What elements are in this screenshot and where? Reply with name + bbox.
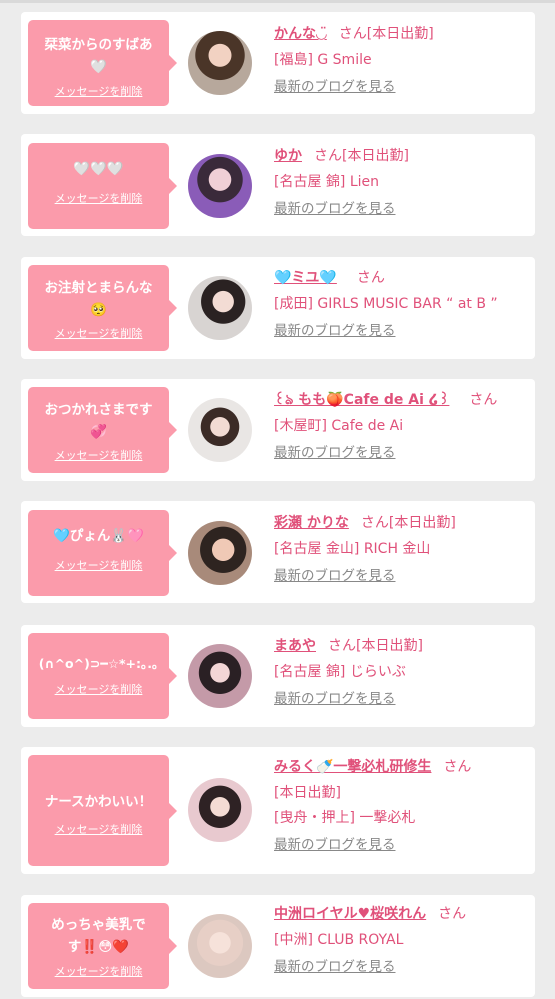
profile-info: 🩵ミユ🩵 さん [成田] GIRLS MUSIC BAR “ at B ” 最新の… <box>274 268 531 340</box>
message-card: おつかれさまです 💞 メッセージを削除 ꒰ঌ もも🍑Cafe de Ai ໒꒱ さ… <box>21 379 535 481</box>
girl-name-link[interactable]: ꒰ঌ もも🍑Cafe de Ai ໒꒱ <box>274 392 449 408</box>
profile-info: みるく🍼一撃必札研修生 さん [本日出勤] [曳舟・押上] 一撃必札 最新のブログ… <box>274 757 531 854</box>
name-line: 🩵ミユ🩵 さん <box>274 268 531 288</box>
message-bubble: 🤍🤍🤍 メッセージを削除 <box>28 143 177 229</box>
message-bubble: (∩^o^)⊃━☆*+:｡.｡ メッセージを削除 <box>28 633 177 719</box>
profile-info: ꒰ঌ もも🍑Cafe de Ai ໒꒱ さん [木屋町] Cafe de Ai 最… <box>274 390 531 462</box>
name-line: 彩瀬 かりな さん[本日出勤] <box>274 513 531 533</box>
profile-info: かんな◡̈ さん[本日出勤] [福島] G Smile 最新のブログを見る <box>274 24 531 96</box>
message-text: めっちゃ美乳で す‼️😳❤️ <box>51 917 146 955</box>
avatar[interactable] <box>188 398 252 462</box>
message-card: お注射とまらんな 🥺 メッセージを削除 🩵ミユ🩵 さん [成田] GIRLS MU… <box>21 257 535 359</box>
delete-message-link[interactable]: メッセージを削除 <box>55 681 143 697</box>
avatar[interactable] <box>188 644 252 708</box>
message-card: ナースかわいい！ メッセージを削除 みるく🍼一撃必札研修生 さん [本日出勤] [… <box>21 747 535 874</box>
girl-name-link[interactable]: ゆか <box>274 148 302 164</box>
profile-info: 中洲ロイヤル♥桜咲れん さん [中洲] CLUB ROYAL 最新のブログを見る <box>274 904 531 976</box>
latest-blog-link[interactable]: 最新のブログを見る <box>274 444 396 462</box>
message-card: めっちゃ美乳で す‼️😳❤️ メッセージを削除 中洲ロイヤル♥桜咲れん さん [中… <box>21 895 535 997</box>
message-text: 🩵ぴょん🐰🩷 <box>53 528 144 544</box>
avatar[interactable] <box>188 31 252 95</box>
message-text: おつかれさまです 💞 <box>44 402 153 440</box>
shop-name: [成田] GIRLS MUSIC BAR “ at B ” <box>274 296 498 312</box>
message-card: 🤍🤍🤍 メッセージを削除 ゆか さん[本日出勤] [名古屋 錦] Lien 最新の… <box>21 134 535 236</box>
avatar[interactable] <box>188 276 252 340</box>
girl-name-link[interactable]: みるく🍼一撃必札研修生 <box>274 759 431 775</box>
latest-blog-link[interactable]: 最新のブログを見る <box>274 200 396 218</box>
latest-blog-link[interactable]: 最新のブログを見る <box>274 836 396 854</box>
delete-message-link[interactable]: メッセージを削除 <box>55 821 143 837</box>
delete-message-link[interactable]: メッセージを削除 <box>55 447 143 463</box>
message-card: 栞菜からのすばあ 🤍 メッセージを削除 かんな◡̈ さん[本日出勤] [福島] G… <box>21 12 535 114</box>
avatar[interactable] <box>188 521 252 585</box>
delete-message-link[interactable]: メッセージを削除 <box>55 557 143 573</box>
shop-name: [名古屋 錦] Lien <box>274 174 379 190</box>
message-bubble: ナースかわいい！ メッセージを削除 <box>28 755 177 866</box>
shop-name: [福島] G Smile <box>274 52 372 68</box>
shop-name: [中洲] CLUB ROYAL <box>274 932 404 948</box>
name-line: ꒰ঌ もも🍑Cafe de Ai ໒꒱ さん <box>274 390 531 410</box>
message-bubble: 栞菜からのすばあ 🤍 メッセージを削除 <box>28 20 177 106</box>
message-bubble: 🩵ぴょん🐰🩷 メッセージを削除 <box>28 510 177 596</box>
name-line: ゆか さん[本日出勤] <box>274 146 531 166</box>
honorific: さん <box>443 759 472 775</box>
message-card: (∩^o^)⊃━☆*+:｡.｡ メッセージを削除 まあや さん[本日出勤] [名古… <box>21 625 535 727</box>
honorific: さん <box>356 270 385 286</box>
latest-blog-link[interactable]: 最新のブログを見る <box>274 78 396 96</box>
name-line: 中洲ロイヤル♥桜咲れん さん <box>274 904 531 924</box>
latest-blog-link[interactable]: 最新のブログを見る <box>274 690 396 708</box>
honorific: さん <box>360 515 389 531</box>
attendance-status: [本日出勤] <box>366 26 434 42</box>
latest-blog-link[interactable]: 最新のブログを見る <box>274 958 396 976</box>
honorific: さん <box>328 638 356 654</box>
message-text: (∩^o^)⊃━☆*+:｡.｡ <box>38 656 159 671</box>
avatar[interactable] <box>188 914 252 978</box>
girl-name-link[interactable]: まあや <box>274 638 316 654</box>
profile-info: 彩瀬 かりな さん[本日出勤] [名古屋 金山] RICH 金山 最新のブログを見… <box>274 513 531 585</box>
attendance-status: [本日出勤] <box>388 515 456 531</box>
name-line: かんな◡̈ さん[本日出勤] <box>274 24 531 44</box>
profile-info: まあや さん[本日出勤] [名古屋 錦] じらいぶ 最新のブログを見る <box>274 636 531 708</box>
latest-blog-link[interactable]: 最新のブログを見る <box>274 567 396 585</box>
shop-name: [曳舟・押上] 一撃必札 <box>274 810 416 826</box>
attendance-status: [本日出勤] <box>274 785 341 801</box>
delete-message-link[interactable]: メッセージを削除 <box>55 963 143 979</box>
message-bubble: お注射とまらんな 🥺 メッセージを削除 <box>28 265 177 351</box>
name-line: みるく🍼一撃必札研修生 さん <box>274 757 531 777</box>
message-text: 栞菜からのすばあ 🤍 <box>44 37 153 75</box>
girl-name-link[interactable]: かんな◡̈ <box>274 26 327 42</box>
delete-message-link[interactable]: メッセージを削除 <box>55 83 143 99</box>
message-text: ナースかわいい！ <box>44 794 153 810</box>
shop-name: [名古屋 金山] RICH 金山 <box>274 541 431 557</box>
message-text: お注射とまらんな 🥺 <box>44 280 153 318</box>
profile-info: ゆか さん[本日出勤] [名古屋 錦] Lien 最新のブログを見る <box>274 146 531 218</box>
delete-message-link[interactable]: メッセージを削除 <box>55 325 143 341</box>
delete-message-link[interactable]: メッセージを削除 <box>55 190 143 206</box>
message-card: 🩵ぴょん🐰🩷 メッセージを削除 彩瀬 かりな さん[本日出勤] [名古屋 金山] … <box>21 501 535 603</box>
girl-name-link[interactable]: 彩瀬 かりな <box>274 515 349 531</box>
honorific: さん <box>469 392 498 408</box>
latest-blog-link[interactable]: 最新のブログを見る <box>274 322 396 340</box>
honorific: さん <box>438 906 467 922</box>
name-line: まあや さん[本日出勤] <box>274 636 531 656</box>
message-bubble: めっちゃ美乳で す‼️😳❤️ メッセージを削除 <box>28 903 177 989</box>
avatar[interactable] <box>188 154 252 218</box>
shop-name: [名古屋 錦] じらいぶ <box>274 664 406 680</box>
attendance-status: [本日出勤] <box>356 638 423 654</box>
attendance-status: [本日出勤] <box>342 148 409 164</box>
avatar[interactable] <box>188 778 252 842</box>
top-divider <box>0 0 555 3</box>
shop-name: [木屋町] Cafe de Ai <box>274 418 404 434</box>
message-text: 🤍🤍🤍 <box>73 161 124 177</box>
girl-name-link[interactable]: 中洲ロイヤル♥桜咲れん <box>274 906 426 922</box>
honorific: さん <box>338 26 367 42</box>
girl-name-link[interactable]: 🩵ミユ🩵 <box>274 270 337 286</box>
message-bubble: おつかれさまです 💞 メッセージを削除 <box>28 387 177 473</box>
honorific: さん <box>314 148 342 164</box>
